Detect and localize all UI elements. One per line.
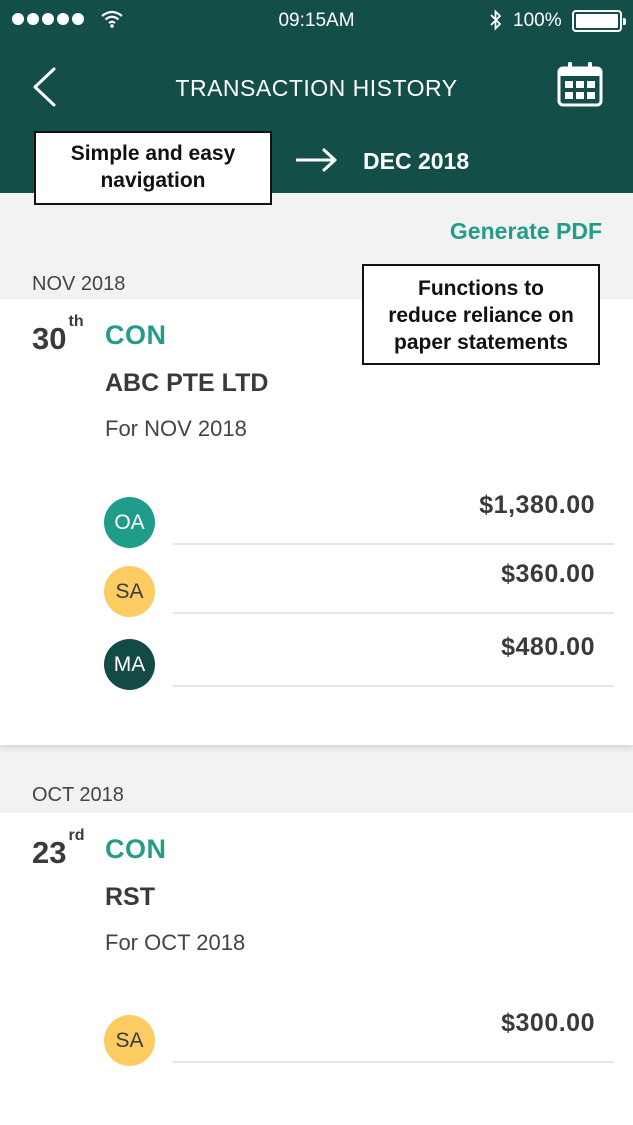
transaction-type: CON (105, 834, 167, 864)
bluetooth-icon (490, 9, 502, 31)
divider (173, 612, 614, 614)
callout-line: reduce reliance on (388, 304, 574, 327)
current-month-label: DEC 2018 (363, 148, 470, 174)
section-label-oct: OCT 2018 (32, 784, 124, 806)
sa-badge: SA (104, 1015, 155, 1066)
battery-percentage: 100% (513, 10, 562, 31)
transaction-type: CON (105, 320, 167, 350)
generate-pdf-button[interactable]: Generate PDF (450, 218, 602, 245)
transaction-card[interactable]: 23rd CON RST For OCT 2018 SA $300.00 (0, 813, 633, 1125)
account-row-oa: OA $1,380.00 (0, 491, 633, 557)
payer-name: RST (105, 883, 155, 911)
status-bar: 09:15AM 100% (0, 0, 633, 40)
contribution-period: For NOV 2018 (105, 416, 247, 441)
arrow-right-icon[interactable] (296, 146, 338, 174)
battery-icon (572, 10, 626, 32)
callout-line: Simple and easy (70, 142, 236, 165)
account-amount: $480.00 (501, 633, 595, 661)
payer-name: ABC PTE LTD (105, 369, 269, 397)
account-amount: $1,380.00 (479, 491, 595, 519)
account-amount: $360.00 (501, 560, 595, 588)
account-row-sa: SA $360.00 (0, 560, 633, 626)
callout-line: navigation (100, 169, 206, 192)
divider (173, 685, 614, 687)
divider (173, 543, 614, 545)
divider (173, 1061, 614, 1063)
contribution-period: For OCT 2018 (105, 930, 246, 955)
transaction-day: 30th (32, 312, 84, 356)
account-row-ma: MA $480.00 (0, 633, 633, 699)
oa-badge: OA (104, 497, 155, 548)
transaction-day: 23rd (32, 826, 85, 870)
sa-badge: SA (104, 566, 155, 617)
callout-line: paper statements (394, 331, 568, 354)
paper-statements-callout: Functions to reduce reliance on paper st… (362, 264, 600, 365)
navigation-callout: Simple and easy navigation (34, 131, 272, 205)
calendar-icon[interactable] (557, 61, 603, 107)
page-title: TRANSACTION HISTORY (175, 75, 458, 101)
callout-line: Functions to (418, 277, 544, 300)
section-label-nov: NOV 2018 (32, 273, 126, 295)
account-row-sa: SA $300.00 (0, 1009, 633, 1075)
ma-badge: MA (104, 639, 155, 690)
transaction-card[interactable]: 30th CON ABC PTE LTD For NOV 2018 OA $1,… (0, 299, 633, 745)
account-amount: $300.00 (501, 1009, 595, 1037)
